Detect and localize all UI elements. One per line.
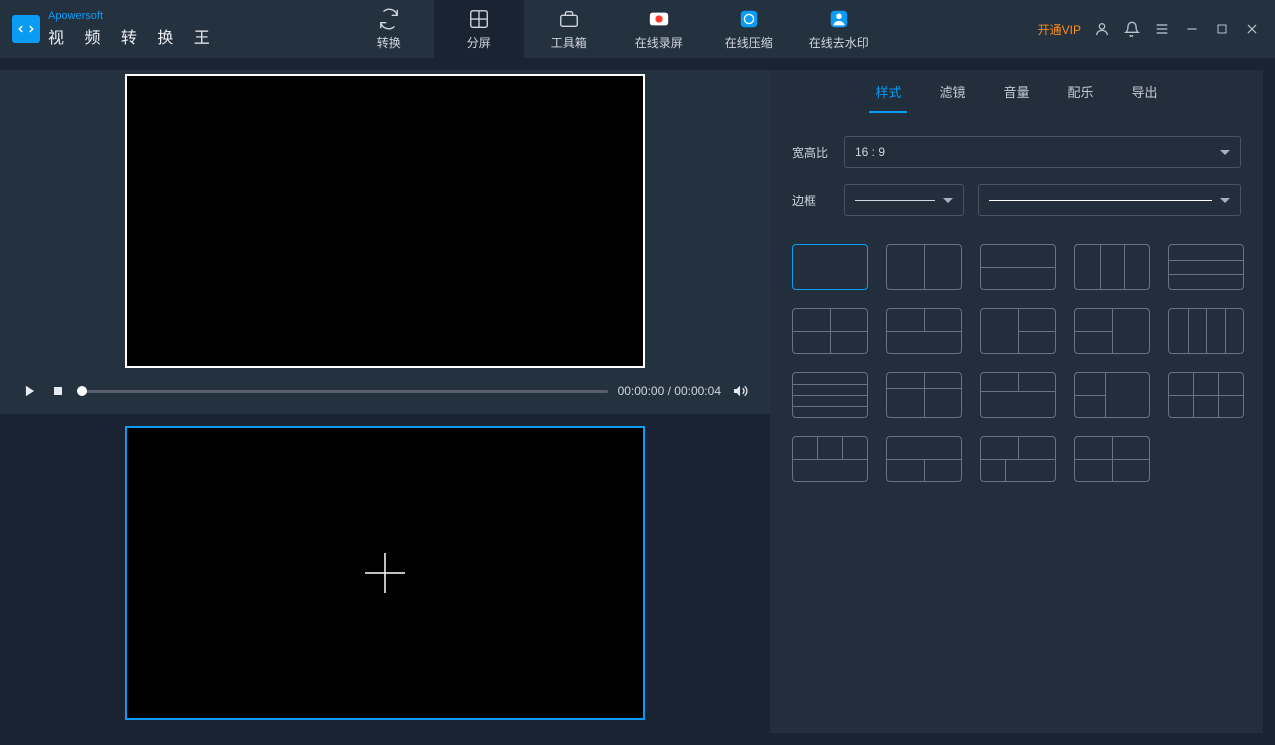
nav-tab-record[interactable]: 在线录屏 [614, 0, 704, 58]
nav-tab-watermark[interactable]: 在线去水印 [794, 0, 884, 58]
time-display: 00:00:00 / 00:00:04 [618, 384, 721, 398]
volume-button[interactable] [731, 382, 749, 400]
right-tab-export[interactable]: 导出 [1132, 70, 1158, 113]
layout-t-top[interactable] [886, 308, 962, 354]
maximize-button[interactable] [1213, 20, 1231, 38]
layout-2x2[interactable] [792, 308, 868, 354]
right-tab-music[interactable]: 配乐 [1068, 70, 1094, 113]
notification-icon[interactable] [1123, 20, 1141, 38]
progress-bar[interactable] [77, 390, 608, 393]
layout-2x2-offset[interactable] [886, 372, 962, 418]
layout-t-right[interactable] [1074, 308, 1150, 354]
border-label: 边框 [792, 192, 830, 209]
menu-icon[interactable] [1153, 20, 1171, 38]
chevron-down-icon [1220, 198, 1230, 203]
app-logo: Apowersoft 视 频 转 换 王 [0, 0, 234, 58]
nav-tab-toolbox[interactable]: 工具箱 [524, 0, 614, 58]
aspect-select[interactable]: 16 : 9 [844, 136, 1241, 168]
chevron-down-icon [1220, 150, 1230, 155]
border-thickness-select[interactable] [844, 184, 964, 216]
play-button[interactable] [21, 382, 39, 400]
record-icon [648, 8, 670, 30]
layout-3v[interactable] [1074, 244, 1150, 290]
layout-bottom-split[interactable] [886, 436, 962, 482]
aspect-value: 16 : 9 [855, 145, 885, 159]
grid-icon [468, 8, 490, 30]
layout-2h[interactable] [980, 244, 1056, 290]
layout-mixed-5a[interactable] [980, 436, 1056, 482]
right-tab-style[interactable]: 样式 [875, 70, 901, 113]
layout-2x3[interactable] [1168, 372, 1244, 418]
line-preview-icon [855, 200, 935, 201]
border-color-select[interactable] [978, 184, 1241, 216]
layout-single[interactable] [792, 244, 868, 290]
plus-icon [360, 548, 410, 598]
line-preview-icon [989, 200, 1212, 201]
layout-4v[interactable] [1168, 308, 1244, 354]
minimize-button[interactable] [1183, 20, 1201, 38]
nav-tab-compress[interactable]: 在线压缩 [704, 0, 794, 58]
logo-title-text: 视 频 转 换 王 [48, 24, 218, 48]
add-video-slot[interactable] [125, 426, 645, 720]
layout-top-split[interactable] [980, 372, 1056, 418]
stop-button[interactable] [49, 382, 67, 400]
right-tab-filter[interactable]: 滤镜 [939, 70, 965, 113]
layout-2v[interactable] [886, 244, 962, 290]
watermark-icon [828, 8, 850, 30]
close-button[interactable] [1243, 20, 1261, 38]
progress-thumb[interactable] [77, 386, 87, 396]
aspect-label: 宽高比 [792, 144, 830, 161]
logo-brand-text: Apowersoft [48, 11, 218, 22]
refresh-icon [378, 8, 400, 30]
layout-tl-grid[interactable] [792, 436, 868, 482]
preview-container: 00:00:00 / 00:00:04 [0, 70, 770, 414]
logo-icon [12, 15, 40, 43]
nav-tab-convert[interactable]: 转换 [344, 0, 434, 58]
toolbox-icon [558, 8, 580, 30]
layout-3h[interactable] [1168, 244, 1244, 290]
layout-left-stack[interactable] [1074, 372, 1150, 418]
compress-icon [738, 8, 760, 30]
user-icon[interactable] [1093, 20, 1111, 38]
layout-t-left[interactable] [980, 308, 1056, 354]
layout-4h[interactable] [792, 372, 868, 418]
vip-link[interactable]: 开通VIP [1038, 21, 1081, 38]
preview-video[interactable] [125, 74, 645, 368]
chevron-down-icon [943, 198, 953, 203]
layout-mixed-5b[interactable] [1074, 436, 1150, 482]
right-tab-volume[interactable]: 音量 [1003, 70, 1029, 113]
layout-grid [792, 244, 1241, 482]
nav-tab-split[interactable]: 分屏 [434, 0, 524, 58]
